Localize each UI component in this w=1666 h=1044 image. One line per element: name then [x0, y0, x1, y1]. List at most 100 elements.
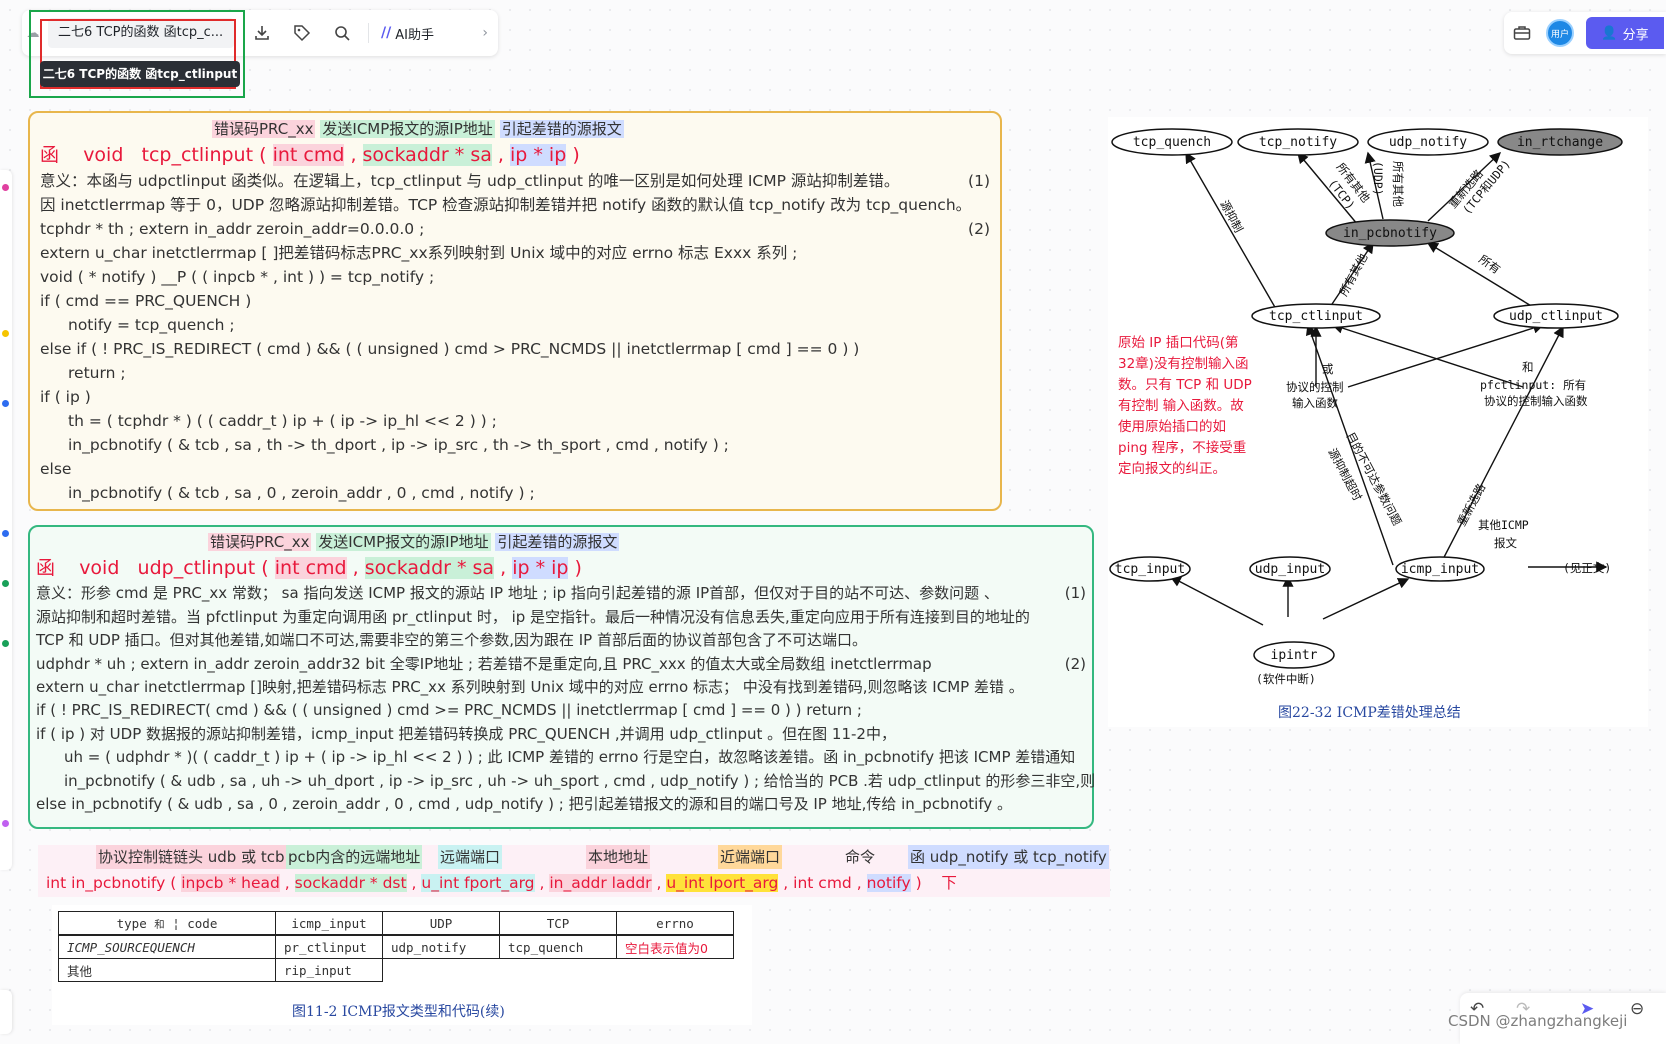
- func-comma: ,: [497, 144, 504, 166]
- strip-label: 近端端口: [718, 845, 783, 869]
- param-label-sa: 发送ICMP报文的源IP地址: [316, 533, 491, 551]
- func-param-ip: ip * ip: [512, 557, 569, 580]
- code-text: 因 inetctlerrmap 等于 0，UDP 忽略源站抑制差错。TCP 检查…: [40, 196, 972, 214]
- ref-number: (2): [968, 220, 990, 238]
- top-right-tools: 用户 👤 分享: [1504, 12, 1666, 54]
- udp-ctlinput-note[interactable]: 错误码PRC_xx 发送ICMP报文的源IP地址 引起差错的源报文 函 void…: [28, 525, 1095, 829]
- sig-prefix: int in_pcbnotify (: [46, 874, 177, 892]
- edge-label: 所有: [1476, 252, 1503, 277]
- func-open-paren: (: [261, 557, 269, 580]
- code-text: else if ( ! PRC_IS_REDIRECT ( cmd ) && (…: [40, 340, 860, 358]
- briefcase-icon: [1513, 26, 1531, 40]
- download-icon: [255, 26, 269, 40]
- code-line: if ( ! PRC_IS_REDIRECT( cmd ) && ( ( uns…: [36, 699, 1086, 722]
- edge-label: 协议的控制输入函数: [1484, 394, 1588, 408]
- tool-dot-icon[interactable]: [2, 184, 9, 191]
- table-caption: 图11-2 ICMP报文类型和代码(续): [292, 1004, 505, 1020]
- tool-dot-icon[interactable]: [2, 820, 9, 827]
- sig-comma: ,: [284, 874, 290, 892]
- strip-labels: 协议控制链链头 udb 或 tcb pcb内含的远端地址 远端端口 本地地址 近…: [38, 845, 1110, 869]
- sig-close-paren: ): [915, 874, 922, 892]
- func-close-paren: ): [574, 557, 582, 580]
- strip-label: 命令: [845, 848, 876, 866]
- code-text: if ( cmd == PRC_QUENCH ): [40, 292, 252, 310]
- node-label: tcp_quench: [1133, 135, 1211, 150]
- tool-dot-icon[interactable]: [2, 330, 9, 337]
- code-line: extern u_char inetctlerrmap []映射,把差错码标志 …: [36, 676, 1086, 699]
- edge-label: 或: [1322, 362, 1334, 376]
- tag-button[interactable]: [282, 10, 322, 56]
- diagram-node: udp_input: [1249, 556, 1331, 582]
- in-pcbnotify-strip[interactable]: 协议控制链链头 udb 或 tcb pcb内含的远端地址 远端端口 本地地址 近…: [38, 845, 1110, 897]
- func-name: udp_ctlinput: [137, 557, 256, 580]
- code-text: 源站抑制和超时差错。当 pfctlinput 为重定向调用函 pr_ctlinp…: [36, 607, 1030, 626]
- search-icon: [335, 26, 350, 41]
- code-line: if ( ip ): [40, 385, 990, 409]
- tool-dot-icon[interactable]: [2, 640, 9, 647]
- share-button[interactable]: 👤 分享: [1586, 17, 1664, 49]
- function-signature: 函 void tcp_ctlinput ( int cmd , sockaddr…: [40, 141, 990, 169]
- export-button[interactable]: [242, 10, 282, 56]
- strip-signature: int in_pcbnotify ( inpcb * head , sockad…: [46, 871, 957, 895]
- code-text: uh = ( udphdr * )( ( caddr_t ) ip + ( ip…: [64, 748, 1076, 767]
- edge-label: pfctlinput: 所有: [1480, 378, 1586, 392]
- func-param-cmd: int cmd: [272, 144, 345, 166]
- tool-dot-icon[interactable]: [2, 400, 9, 407]
- briefcase-button[interactable]: [1504, 10, 1540, 56]
- node-label: udp_notify: [1389, 135, 1467, 150]
- edge-label: 所有其他: [1391, 161, 1405, 207]
- search-button[interactable]: [322, 10, 362, 56]
- sig-arg-laddr: in_addr laddr: [549, 874, 652, 892]
- code-text: if ( ip ): [40, 388, 91, 406]
- share-label: 分享: [1622, 27, 1649, 43]
- code-line: extern u_char inetctlerrmap [ ]把差错码标志PRC…: [40, 241, 990, 265]
- edge-label: (UDP): [1371, 161, 1385, 196]
- param-label-cmd: 错误码PRC_xx: [208, 533, 312, 551]
- code-line: void ( * notify ) __P ( ( inpcb * , int …: [40, 265, 990, 289]
- tool-dot-icon[interactable]: [2, 530, 9, 537]
- table-header-row: type 和 ¦ code icmp_input UDP TCP errno: [58, 911, 734, 936]
- func-name: tcp_ctlinput: [141, 144, 254, 166]
- tcp-ctlinput-note[interactable]: 错误码PRC_xx 发送ICMP报文的源IP地址 引起差错的源报文 函 void…: [28, 111, 1002, 511]
- node-label: ipintr: [1271, 648, 1318, 663]
- sig-arg-cmd: int cmd: [793, 874, 852, 892]
- code-text: in_pcbnotify ( & tcb , sa , 0 , zeroin_a…: [68, 484, 535, 502]
- chevron-right-icon[interactable]: ›: [482, 25, 488, 41]
- code-line: else in_pcbnotify ( & udb , sa , 0 , zer…: [36, 793, 1086, 816]
- edge-label: 输入函数: [1292, 396, 1338, 410]
- strip-label: 远端端口: [438, 845, 503, 869]
- avatar[interactable]: 用户: [1546, 19, 1574, 47]
- code-line: udphdr * uh ; extern in_addr zeroin_addr…: [36, 653, 1086, 676]
- ai-assistant-button[interactable]: // AI助手: [381, 10, 434, 56]
- toolbar-divider: [368, 23, 369, 43]
- code-text: 意义：本函与 udpctlinput 函类似。在逻辑上，tcp_ctlinput…: [40, 172, 900, 190]
- param-label-cmd: 错误码PRC_xx: [212, 120, 316, 138]
- node-label: tcp_input: [1115, 562, 1185, 577]
- icmp-type-table-card[interactable]: type 和 ¦ code icmp_input UDP TCP errno I…: [52, 905, 752, 1025]
- edge-label: 源抑制: [1217, 198, 1246, 235]
- icmp-error-diagram[interactable]: tcp_quench tcp_notify udp_notify in_rtch…: [1108, 117, 1648, 727]
- param-labels: 错误码PRC_xx 发送ICMP报文的源IP地址 引起差错的源报文: [36, 531, 1086, 554]
- code-line: else: [40, 457, 990, 481]
- sig-arg-dst: sockaddr * dst: [294, 874, 407, 892]
- zoom-out-icon[interactable]: ⊖: [1630, 999, 1644, 1019]
- icmp-type-table: type 和 ¦ code icmp_input UDP TCP errno I…: [58, 911, 734, 982]
- param-label-ip: 引起差错的源报文: [499, 120, 624, 138]
- node-label: icmp_input: [1401, 562, 1479, 577]
- sig-suffix: 下: [941, 874, 957, 892]
- code-text: TCP 和 UDP 插口。但对其他差错,如端口不可达,需要非空的第三个参数,因为…: [36, 631, 867, 650]
- edge-label: 和: [1522, 360, 1534, 374]
- tool-dot-icon[interactable]: [2, 580, 9, 587]
- table-row: ICMP_SOURCEQUENCH pr_ctlinput udp_notify…: [58, 934, 734, 959]
- sig-comma: ,: [783, 874, 789, 892]
- code-line: th = ( tcphdr * ) ( ( caddr_t ) ip + ( i…: [40, 409, 990, 433]
- sig-comma: ,: [856, 874, 862, 892]
- func-param-cmd: int cmd: [274, 557, 347, 580]
- func-prefix: 函: [40, 144, 60, 166]
- strip-label: 本地地址: [586, 845, 651, 869]
- code-text: in_pcbnotify ( & tcb , sa , th -> th_dpo…: [68, 436, 729, 454]
- ref-number: (1): [968, 172, 990, 190]
- func-param-sa: sockaddr * sa: [364, 557, 495, 580]
- left-bottom-tab[interactable]: [0, 990, 12, 1034]
- code-text: return ;: [68, 364, 126, 382]
